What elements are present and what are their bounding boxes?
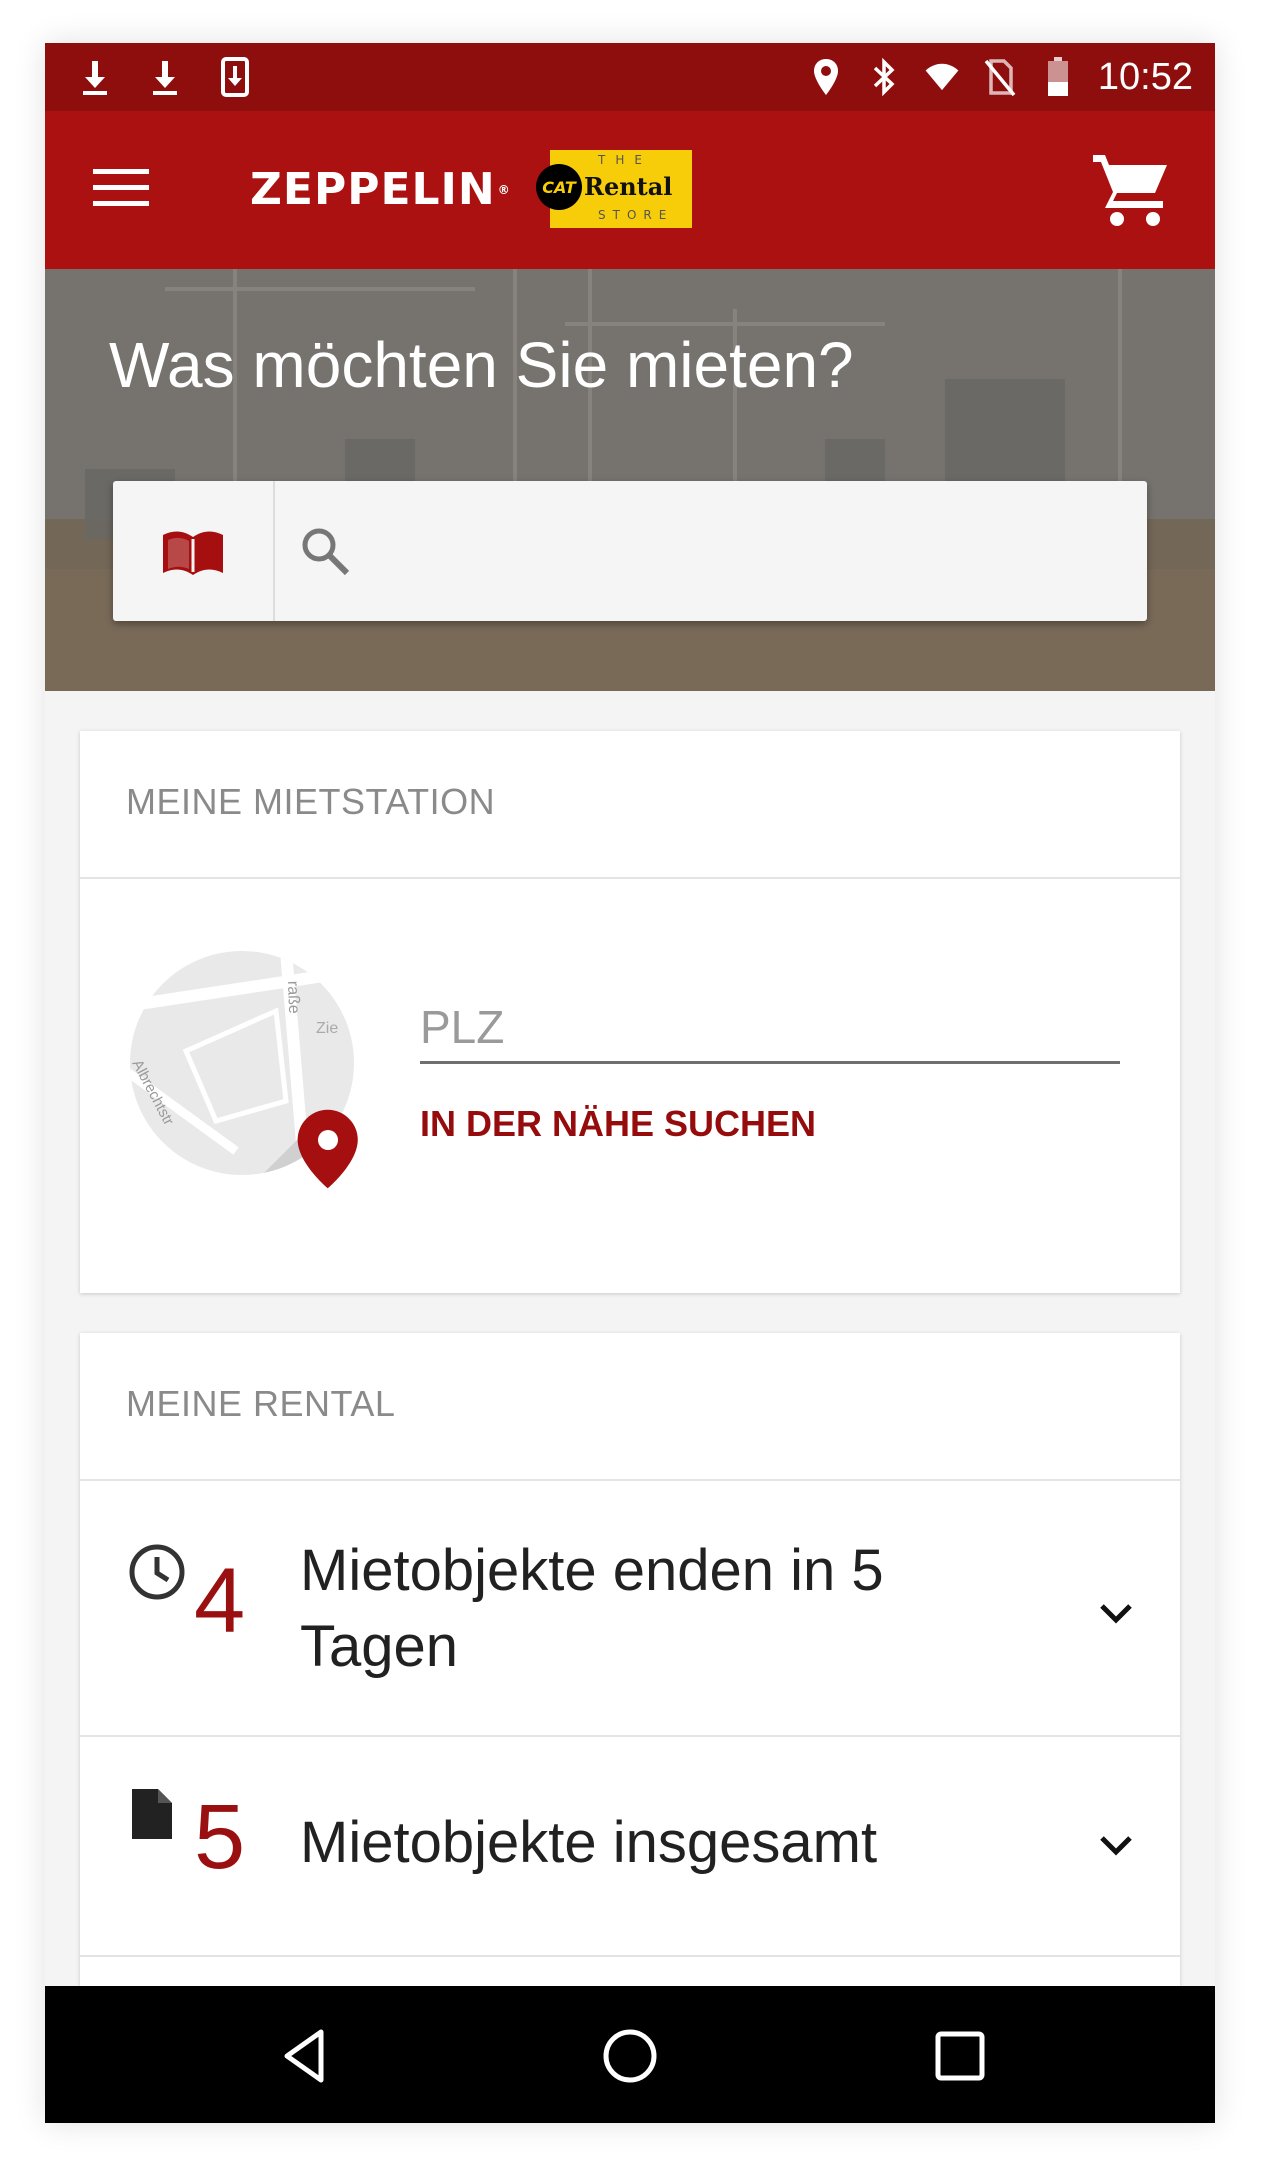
book-icon: [163, 531, 223, 575]
rentals-ending-row[interactable]: 4 Mietobjekte enden in 5 Tagen: [80, 1481, 1180, 1737]
card-header: MEINE MIETSTATION: [80, 731, 1180, 879]
brand-logo[interactable]: ZEPPELIN ®: [250, 163, 511, 217]
download-icon: [77, 53, 113, 101]
brand-name: ZEPPELIN: [250, 164, 496, 215]
cat-badge: CAT: [536, 164, 582, 210]
search-icon: [299, 525, 351, 577]
cat-rental-store-logo: CAT THE Rental STORE: [536, 150, 692, 228]
rental-logo-top: THE: [598, 153, 652, 167]
location-icon: [808, 53, 844, 101]
map-label-zie: Zie: [316, 1020, 338, 1037]
chevron-down-icon: [1096, 1593, 1136, 1633]
phone-screen: 10:52 ZEPPELIN ® CAT THE Rental STORE Wa…: [45, 43, 1215, 2123]
rental-logo-word: Rental: [584, 172, 673, 201]
chevron-down-icon: [1096, 1825, 1136, 1865]
rental-logo-bottom: STORE: [598, 208, 674, 222]
clock-time: 10:52: [1097, 56, 1193, 98]
card-title: MEINE MIETSTATION: [126, 781, 496, 822]
download-icon: [147, 53, 183, 101]
rentals-total-count: 5: [194, 1786, 246, 1888]
postal-code-input[interactable]: [420, 993, 1120, 1064]
home-icon[interactable]: [598, 2024, 662, 2088]
rentals-total-label: Mietobjekte insgesamt: [300, 1810, 878, 1875]
rental-station-card: MEINE MIETSTATION raße Zie Albrechtstr P…: [80, 731, 1180, 1293]
map-thumbnail[interactable]: raße Zie Albrechtstr: [126, 951, 366, 1201]
rentals-total-row[interactable]: 5 Mietobjekte insgesamt: [80, 1737, 1180, 1957]
download-box-icon: [217, 53, 253, 101]
recents-icon[interactable]: [928, 2024, 992, 2088]
cart-icon[interactable]: [1091, 149, 1171, 229]
search-nearby-button[interactable]: IN DER NÄHE SUCHEN: [420, 1103, 816, 1145]
app-bar: ZEPPELIN ® CAT THE Rental STORE: [45, 111, 1215, 269]
document-icon: [128, 1785, 176, 1848]
map-pin-icon: [297, 1109, 358, 1189]
clock-icon: [128, 1543, 186, 1606]
card-header: MEINE RENTAL: [80, 1333, 1180, 1481]
hero-banner: Was möchten Sie mieten?: [45, 269, 1215, 691]
rentals-ending-label: Mietobjekte enden in 5 Tagen: [300, 1538, 884, 1679]
search-input[interactable]: [369, 511, 1113, 593]
brand-registered-mark: ®: [497, 183, 511, 197]
bluetooth-icon: [866, 53, 902, 101]
card-title: MEINE RENTAL: [126, 1383, 396, 1424]
no-sim-icon: [982, 53, 1018, 101]
search-bar: [113, 481, 1147, 621]
map-label-strasse: raße: [284, 981, 302, 1015]
status-bar: 10:52: [45, 43, 1215, 111]
back-icon[interactable]: [273, 2024, 337, 2088]
battery-icon: [1040, 53, 1076, 101]
system-navigation-bar: [45, 1986, 1215, 2123]
rentals-ending-count: 4: [194, 1550, 246, 1652]
menu-icon[interactable]: [93, 163, 149, 213]
wifi-icon: [924, 53, 960, 101]
catalog-button[interactable]: [113, 481, 275, 621]
page-title: Was möchten Sie mieten?: [109, 329, 854, 401]
